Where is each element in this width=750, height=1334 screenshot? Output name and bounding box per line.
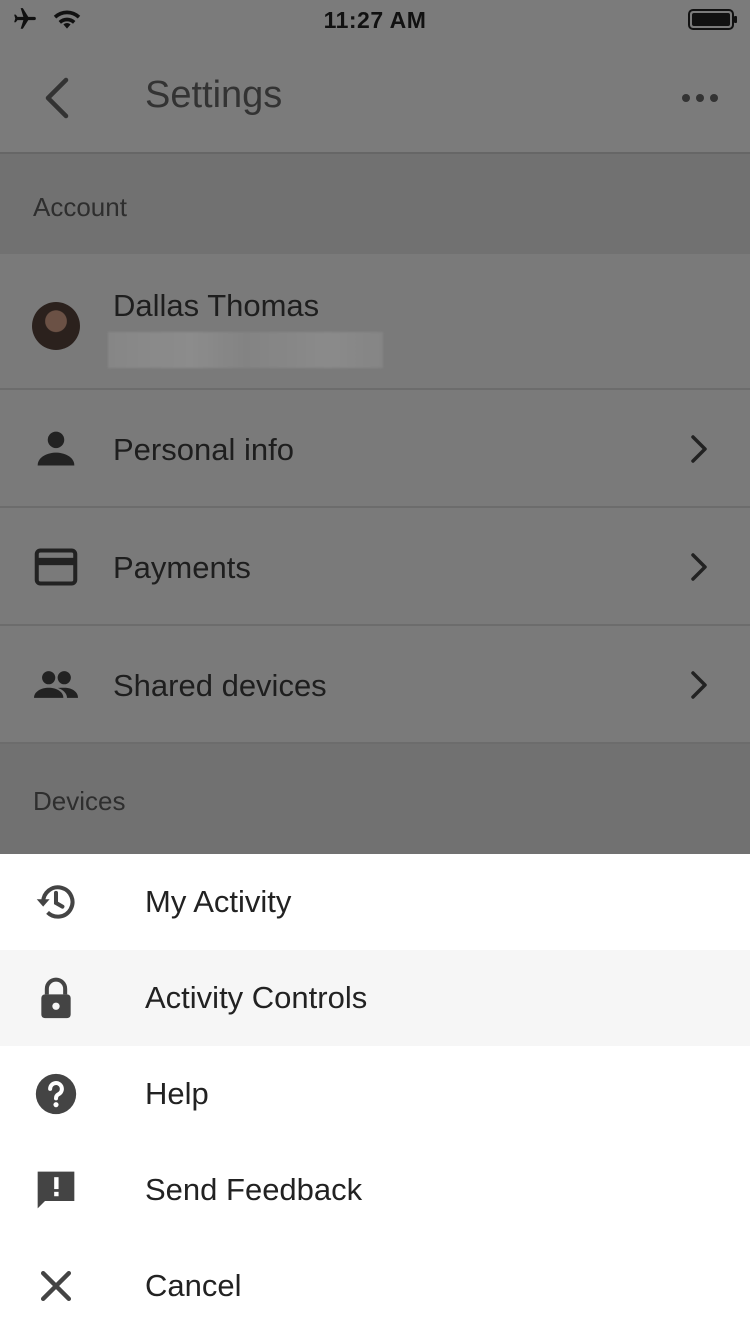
section-header-account: Account: [0, 154, 750, 254]
back-arrow-icon[interactable]: [36, 74, 80, 122]
menu-item-label: Send Feedback: [145, 1172, 363, 1207]
chevron-right-icon: [691, 671, 707, 699]
menu-item-cancel[interactable]: Cancel: [0, 1238, 750, 1334]
help-icon: [35, 1073, 77, 1115]
section-header-label: Devices: [33, 786, 126, 816]
account-name: Dallas Thomas: [113, 288, 320, 323]
avatar: [32, 302, 80, 350]
section-header-devices: Devices: [0, 744, 750, 854]
menu-item-label: Help: [145, 1076, 209, 1111]
chevron-right-icon: [691, 435, 707, 463]
action-sheet: My Activity Activity Controls Help Send …: [0, 854, 750, 1334]
close-icon: [40, 1270, 72, 1302]
chevron-right-icon: [691, 553, 707, 581]
app-bar: Settings: [0, 40, 750, 154]
page-title: Settings: [145, 74, 283, 116]
history-icon: [36, 885, 75, 919]
menu-item-label: Activity Controls: [145, 980, 368, 1015]
row-label-shared-devices: Shared devices: [113, 668, 327, 703]
feedback-icon: [37, 1171, 75, 1209]
lock-icon: [41, 977, 71, 1019]
status-time: 11:27 AM: [323, 7, 427, 33]
menu-item-label: Cancel: [145, 1268, 242, 1303]
status-bar: 11:27 AM: [0, 0, 750, 40]
section-header-label: Account: [33, 192, 127, 222]
people-icon: [34, 671, 78, 698]
more-dots-icon[interactable]: [678, 80, 722, 116]
account-row[interactable]: Dallas Thomas: [0, 254, 750, 390]
account-email-redacted: [108, 332, 383, 368]
menu-item-help[interactable]: Help: [0, 1046, 750, 1142]
row-label-personal-info: Personal info: [113, 432, 294, 467]
credit-card-icon: [34, 548, 78, 586]
row-label-payments: Payments: [113, 550, 251, 585]
menu-item-send-feedback[interactable]: Send Feedback: [0, 1142, 750, 1238]
row-personal-info[interactable]: Personal info: [0, 390, 750, 508]
person-icon: [37, 431, 75, 466]
row-shared-devices[interactable]: Shared devices: [0, 626, 750, 744]
row-payments[interactable]: Payments: [0, 508, 750, 626]
menu-item-label: My Activity: [145, 884, 292, 919]
battery-icon: [688, 9, 737, 30]
menu-item-activity-controls[interactable]: Activity Controls: [0, 950, 750, 1046]
menu-item-my-activity[interactable]: My Activity: [0, 854, 750, 950]
